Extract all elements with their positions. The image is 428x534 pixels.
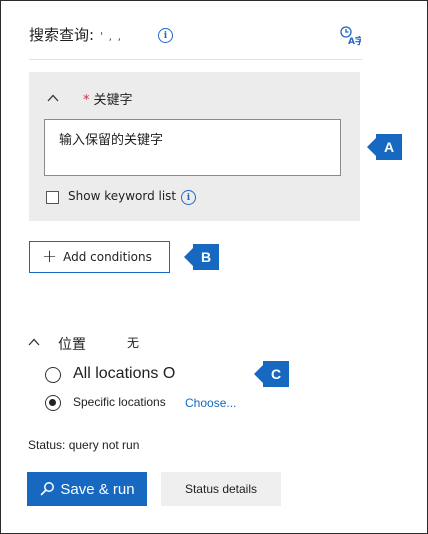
info-icon[interactable]: i bbox=[158, 28, 173, 43]
svg-text:A字: A字 bbox=[348, 35, 361, 47]
translate-icon[interactable]: A字 bbox=[339, 25, 361, 47]
callout-c: C bbox=[254, 361, 289, 387]
all-locations-label: All locations O bbox=[73, 365, 176, 382]
search-query-tail: ' , , bbox=[100, 30, 123, 43]
specific-locations-label: Specific locations bbox=[73, 395, 166, 409]
status-details-button[interactable]: Status details bbox=[161, 472, 281, 506]
header-divider bbox=[29, 59, 362, 60]
save-and-run-button[interactable]: Save & run bbox=[27, 472, 147, 506]
keywords-input[interactable]: 输入保留的关键字 bbox=[44, 119, 341, 176]
locations-value: 无 bbox=[127, 336, 140, 350]
query-status: Status: query not run bbox=[28, 438, 140, 452]
show-keyword-list-label: Show keyword list bbox=[68, 189, 177, 203]
show-keyword-list-checkbox[interactable] bbox=[46, 191, 59, 204]
choose-locations-link[interactable]: Choose... bbox=[185, 396, 236, 410]
save-and-run-label: Save & run bbox=[60, 480, 135, 498]
required-mark: * bbox=[83, 93, 90, 108]
callout-b: B bbox=[184, 244, 219, 270]
chevron-up-icon[interactable] bbox=[28, 336, 40, 348]
add-conditions-label: Add conditions bbox=[63, 250, 152, 264]
search-icon bbox=[41, 482, 55, 496]
add-conditions-button[interactable]: + Add conditions bbox=[29, 241, 170, 273]
chevron-up-icon[interactable] bbox=[47, 92, 59, 104]
locations-label: 位置 bbox=[58, 337, 86, 353]
keywords-label-text: 关键字 bbox=[93, 93, 133, 108]
search-query-label: 搜索查询: bbox=[29, 26, 95, 44]
plus-icon: + bbox=[42, 246, 58, 267]
keywords-label: * 关键字 bbox=[83, 89, 133, 108]
all-locations-radio[interactable] bbox=[45, 367, 61, 383]
specific-locations-radio[interactable] bbox=[45, 395, 61, 411]
info-icon[interactable]: i bbox=[181, 190, 196, 205]
callout-a: A bbox=[367, 134, 402, 160]
search-query-title: 搜索查询: ' , , bbox=[29, 24, 122, 45]
status-details-label: Status details bbox=[184, 482, 258, 496]
